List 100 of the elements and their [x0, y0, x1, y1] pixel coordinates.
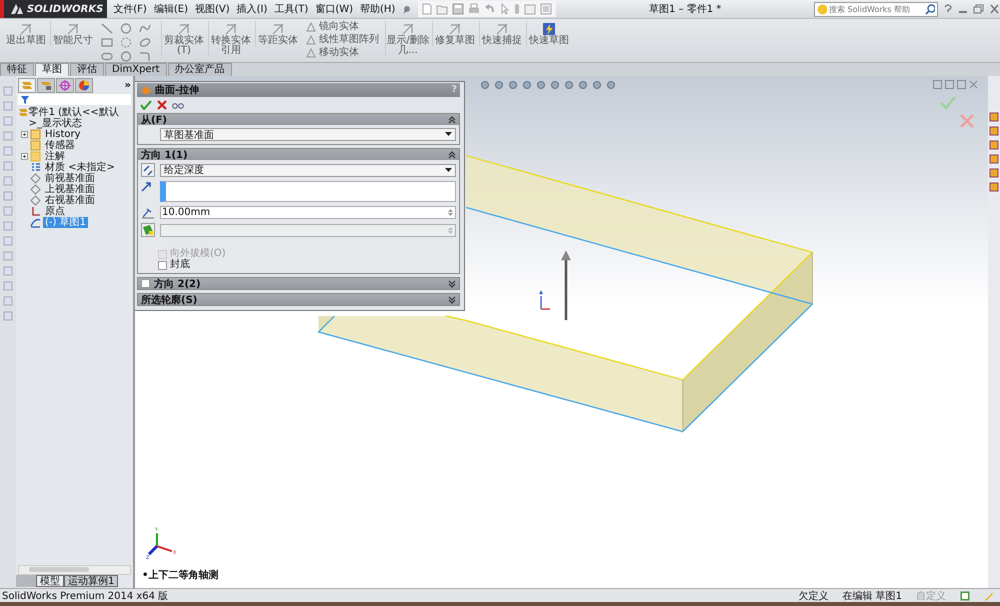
checkbox-label: 封底 [170, 260, 190, 270]
draft-icon [142, 224, 154, 236]
fillet-icon[interactable] [139, 51, 151, 62]
tree-item[interactable]: 上视基准面 [43, 184, 97, 195]
ribbon-button[interactable]: 剪裁实体(T) [161, 21, 206, 56]
ds-logo-icon [10, 3, 24, 15]
ribbon-list-item[interactable]: 移动实体 [306, 47, 379, 58]
close-icon[interactable] [989, 3, 1000, 15]
sketch-tool-icon [19, 22, 33, 36]
expand-plus-icon[interactable] [21, 153, 28, 160]
expand-chevron-icon[interactable] [448, 296, 456, 304]
tree-item[interactable]: 原点 [43, 206, 67, 217]
horizontal-scrollbar[interactable] [18, 565, 131, 575]
section-title: 从(F) [141, 114, 167, 126]
command-tab[interactable]: 办公室产品 [168, 63, 232, 76]
command-tab[interactable]: 草图 [35, 63, 69, 76]
tree-root-label[interactable]: 零件1 (默认<<默认>_显示状态 [28, 107, 131, 129]
spinner-arrows-icon[interactable] [447, 226, 454, 234]
property-tab-icon[interactable] [37, 78, 55, 93]
sketch-icon [30, 217, 41, 228]
circle-icon[interactable] [120, 23, 132, 34]
undo-icon[interactable] [484, 3, 496, 15]
collapse-chevron-icon[interactable] [448, 150, 456, 158]
curve-icon[interactable] [139, 23, 151, 34]
ellipse-icon[interactable] [139, 37, 151, 48]
expand-plus-icon[interactable] [21, 131, 28, 138]
cancel-x-icon[interactable] [157, 100, 167, 110]
tree-item[interactable]: 注解 [43, 151, 67, 162]
slot-icon[interactable] [101, 51, 113, 62]
expand-chevron-icon[interactable] [448, 280, 456, 288]
menu-item[interactable]: 编辑(E) [152, 2, 189, 16]
tree-item[interactable]: 前视基准面 [43, 173, 97, 184]
section-header[interactable]: 方向 1(1) [138, 149, 459, 160]
command-tab[interactable]: 评估 [70, 63, 104, 76]
menu-item[interactable]: 窗口(W) [314, 2, 354, 16]
ribbon-button[interactable]: 快速草图 [526, 21, 571, 46]
help-icon[interactable] [943, 3, 953, 15]
command-tab[interactable]: DimXpert [105, 63, 167, 76]
end-condition-dropdown[interactable]: 给定深度 [160, 164, 456, 176]
ribbon-list-item[interactable]: 线性草图阵列 [306, 34, 379, 45]
glasses-icon[interactable] [172, 100, 184, 110]
ribbon-button[interactable]: 智能尺寸 [50, 21, 95, 46]
pie-icon[interactable] [75, 78, 93, 93]
tree-item[interactable]: 材质 <未指定> [43, 162, 117, 173]
depth-input[interactable]: 10.00mm [160, 206, 456, 219]
view-orientation-label: •上下二等角轴测 [142, 568, 218, 582]
search-icon[interactable] [925, 4, 935, 14]
tree-item[interactable]: History [43, 129, 83, 140]
new-document-icon[interactable] [422, 3, 432, 15]
print-icon[interactable] [468, 3, 480, 15]
solidworks-logo[interactable]: SOLIDWORKS [0, 0, 108, 18]
feature-tree-tab-icon[interactable] [18, 78, 36, 93]
ribbon-button[interactable]: 显示/删除几... [385, 21, 430, 56]
checkbox[interactable] [158, 260, 167, 270]
confirm-check-icon[interactable] [940, 96, 956, 110]
help-icon[interactable] [960, 590, 970, 600]
circle-icon[interactable] [120, 51, 132, 62]
ribbon-button[interactable]: 退出草图 [4, 21, 48, 46]
section-header[interactable]: 方向 2(2) [138, 278, 459, 289]
start-condition-dropdown[interactable]: 草图基准面 [160, 128, 456, 141]
ok-check-icon[interactable] [140, 100, 152, 110]
checkbox[interactable] [141, 279, 150, 288]
reverse-direction-button[interactable] [141, 163, 155, 177]
direction-selection-box[interactable] [160, 181, 456, 202]
close-icon[interactable] [969, 80, 978, 89]
sketch-tool-icon [401, 22, 415, 36]
menu-item[interactable]: 视图(V) [194, 2, 231, 16]
ribbon-button[interactable]: 等距实体 [255, 21, 300, 46]
model-tab[interactable]: 运动算例1 [64, 575, 118, 587]
menu-item[interactable]: 工具(T) [273, 2, 310, 16]
rectangle-icon[interactable] [101, 37, 113, 48]
expand-chevron[interactable]: » [124, 80, 131, 91]
dimension-icon [141, 206, 155, 218]
tree-item[interactable]: 传感器 [43, 140, 77, 151]
menu-item[interactable]: 文件(F) [112, 2, 148, 16]
ribbon-button[interactable]: 修复草图 [432, 21, 477, 46]
collapse-chevron-icon[interactable] [448, 116, 456, 124]
model-tab[interactable]: 模型 [36, 575, 64, 587]
spinner-arrows-icon[interactable] [447, 208, 454, 217]
save-icon[interactable] [452, 3, 464, 15]
line-icon[interactable] [101, 23, 113, 34]
command-tab[interactable]: 特征 [0, 63, 34, 76]
draft-angle-input[interactable] [160, 224, 456, 236]
restore-icon[interactable] [973, 3, 984, 15]
cursor-icon[interactable] [500, 3, 510, 15]
editing-status: 在编辑 草图1 [842, 590, 902, 602]
menu-item[interactable]: 插入(I) [236, 2, 268, 16]
section-header[interactable]: 从(F) [138, 114, 459, 125]
menu-item[interactable]: 帮助(H) [359, 2, 396, 16]
section-header[interactable]: 所选轮廓(S) [138, 294, 459, 305]
draft-toggle-button[interactable] [141, 223, 155, 237]
extrude-direction-arrow[interactable] [561, 250, 571, 320]
ribbon-button[interactable]: 转换实体引用 [208, 21, 253, 56]
ribbon-list-item[interactable]: 镜向实体 [306, 21, 379, 32]
ribbon-button[interactable]: 快速捕捉 [479, 21, 524, 46]
search-field[interactable]: 搜索 SolidWorks 帮助 [814, 2, 938, 16]
crosshair-icon[interactable] [56, 78, 74, 93]
plane-icon [30, 195, 41, 206]
arc-icon[interactable] [120, 37, 132, 48]
tree-item[interactable]: 右视基准面 [43, 195, 97, 206]
